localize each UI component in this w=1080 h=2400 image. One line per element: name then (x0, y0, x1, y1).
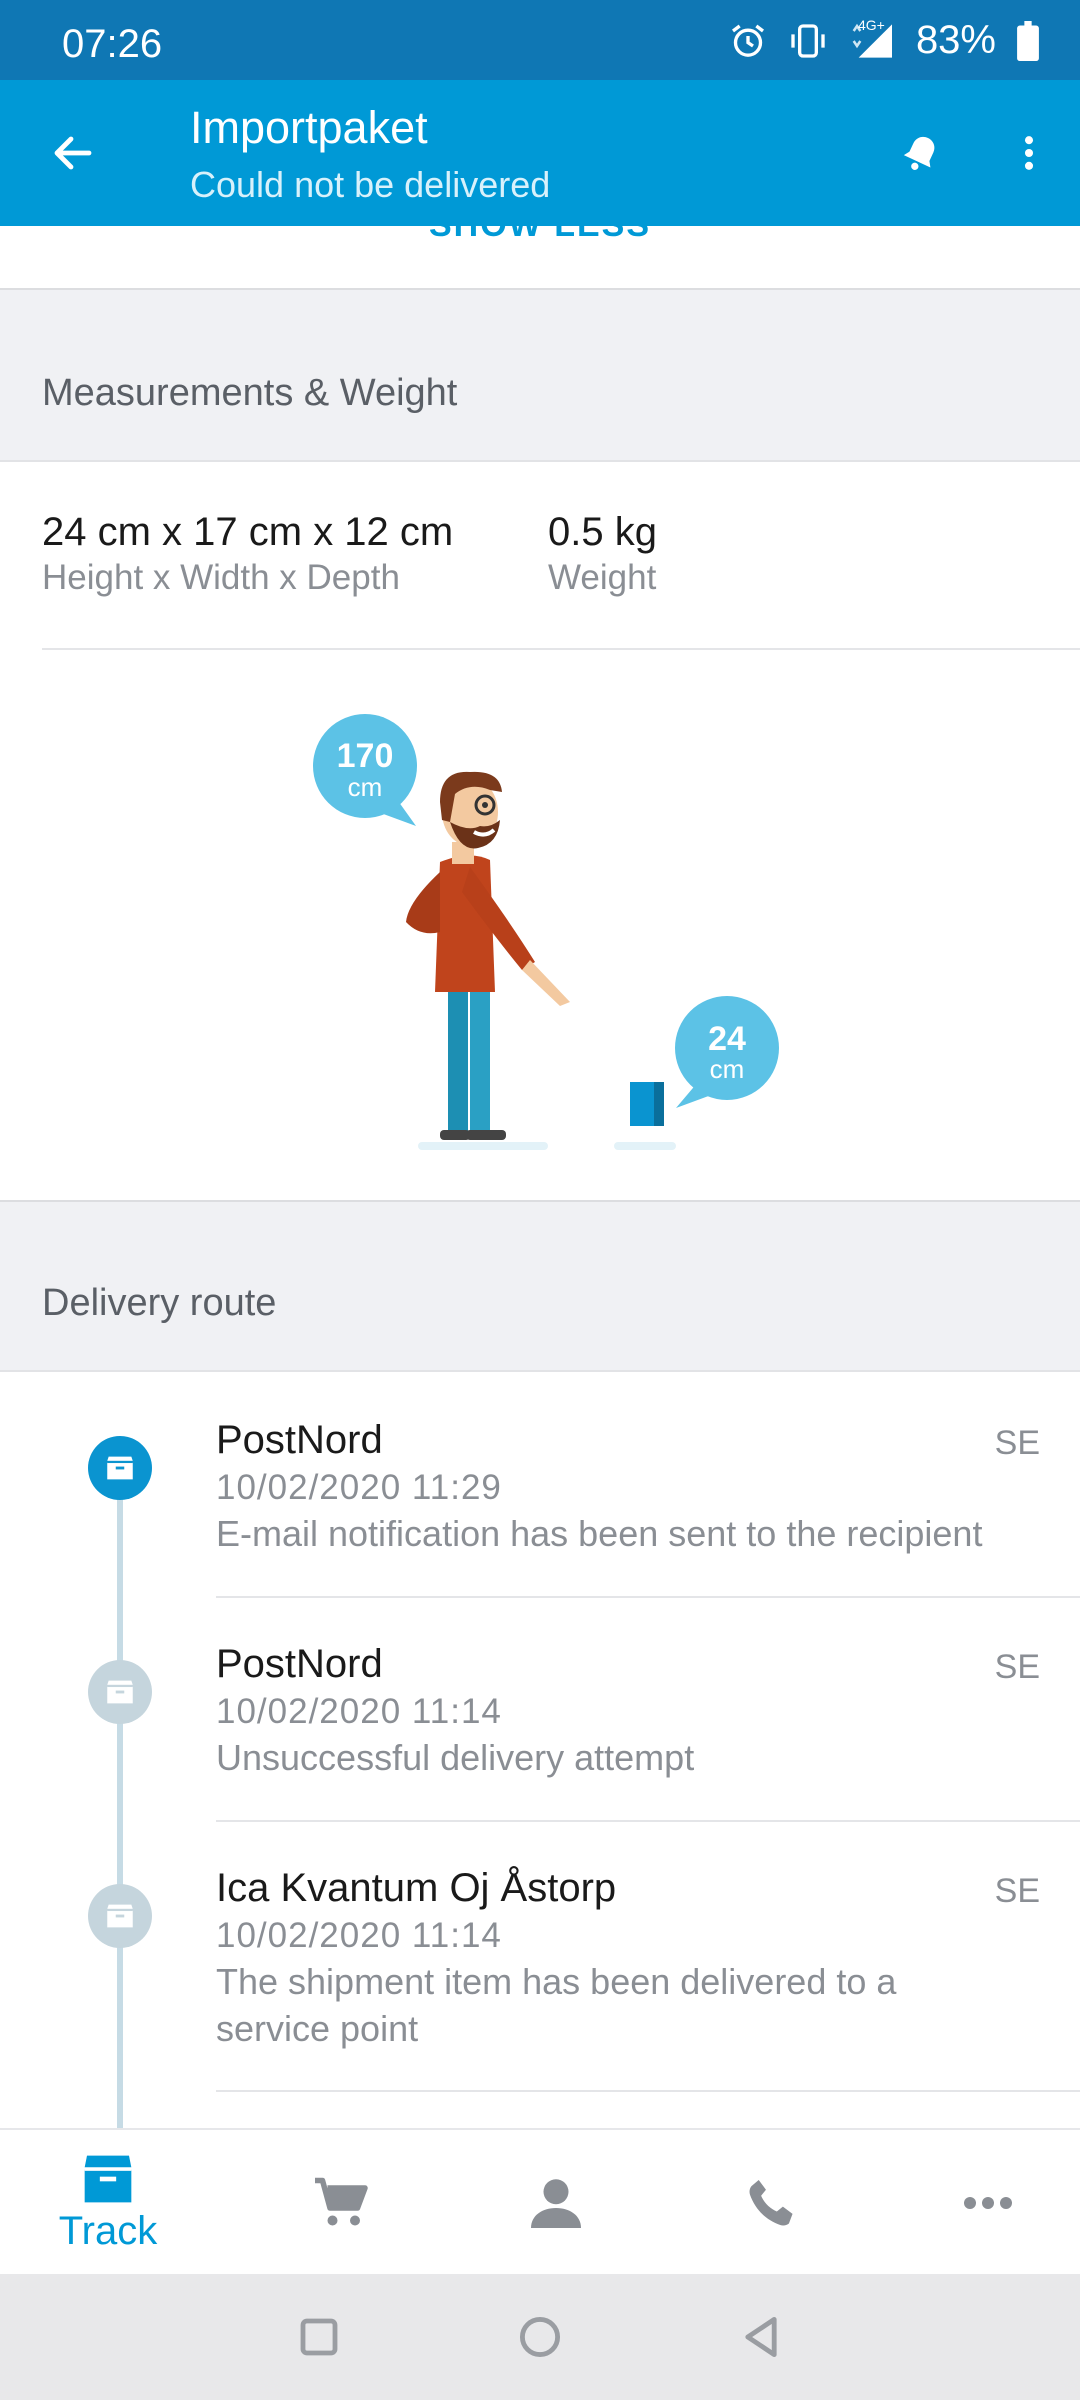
dimensions-value: 24 cm x 17 cm x 12 cm (42, 510, 454, 554)
nav-contact[interactable] (664, 2130, 880, 2276)
more-horizontal-icon (964, 2197, 1012, 2209)
square-icon (300, 2318, 338, 2356)
nav-shop[interactable] (232, 2130, 448, 2276)
route-event-date: 10/02/2020 11:29 (216, 1468, 502, 1507)
overflow-menu-button[interactable] (994, 118, 1064, 188)
more-vertical-icon (1024, 136, 1034, 170)
route-event-country: SE (994, 1872, 1040, 1910)
battery-icon (1016, 20, 1040, 61)
nav-track[interactable]: Track (0, 2130, 216, 2276)
recent-apps-button[interactable] (286, 2304, 352, 2370)
person-height-value: 170 (337, 737, 394, 775)
measurements-header: Measurements & Weight (42, 372, 458, 414)
status-time: 07:26 (62, 22, 163, 66)
delivery-route-card: PostNord SE 10/02/2020 11:29 E-mail noti… (0, 1372, 1080, 2128)
person-height-unit: cm (348, 772, 383, 802)
details-card-bottom: SHOW LESS (0, 226, 1080, 290)
package-height-bubble: 24 cm (675, 996, 779, 1108)
nav-profile[interactable] (448, 2130, 664, 2276)
weight-value: 0.5 kg (548, 510, 657, 554)
nav-more[interactable] (880, 2130, 1080, 2276)
person-figure (406, 771, 570, 1140)
status-icons: 4G+ 83% (728, 17, 1040, 63)
page-subtitle: Could not be delivered (190, 164, 551, 205)
page-title: Importpaket (190, 102, 428, 153)
package-icon (107, 1904, 133, 1928)
size-comparison-illustration: 170 cm 24 cm (313, 714, 779, 1150)
notification-button[interactable] (886, 118, 956, 188)
route-event-description: Unsuccessful delivery attempt (216, 1737, 695, 1778)
divider (216, 2090, 1080, 2092)
nav-track-label: Track (58, 2208, 158, 2253)
back-button[interactable] (38, 118, 108, 188)
route-event-description: E-mail notification has been sent to the… (216, 1513, 983, 1554)
route-event-date: 10/02/2020 11:14 (216, 1916, 502, 1955)
package-height-value: 24 (708, 1020, 746, 1058)
delivery-route-section-header: Delivery route (0, 1202, 1080, 1372)
route-event-country: SE (994, 1424, 1040, 1462)
show-less-button[interactable]: SHOW LESS (0, 226, 1080, 245)
measurements-section-header: Measurements & Weight (0, 292, 1080, 462)
status-bar: 07:26 4G+ 83% (0, 0, 1080, 80)
divider (42, 648, 1080, 650)
vibrate-icon (788, 21, 828, 61)
cart-icon (315, 2177, 368, 2226)
route-event-country: SE (994, 1648, 1040, 1686)
person-icon (531, 2179, 581, 2228)
divider (216, 1596, 1080, 1598)
route-event-carrier: PostNord (216, 1642, 383, 1686)
package-height-unit: cm (710, 1054, 745, 1084)
route-event-carrier: PostNord (216, 1418, 383, 1462)
alarm-icon (728, 21, 768, 61)
weight-label: Weight (548, 558, 657, 597)
package-icon (84, 2155, 132, 2202)
bottom-navigation: Track (0, 2128, 1080, 2274)
delivery-route-header: Delivery route (42, 1282, 277, 1324)
package-figure (630, 1082, 664, 1126)
person-height-bubble: 170 cm (313, 714, 417, 826)
back-system-button[interactable] (728, 2304, 794, 2370)
package-icon (107, 1456, 133, 1480)
route-event-marker (88, 1436, 152, 1500)
route-event-description: The shipment item has been delivered to … (216, 1961, 897, 2049)
divider (216, 1820, 1080, 1822)
home-button[interactable] (507, 2304, 573, 2370)
triangle-back-icon (745, 2316, 777, 2358)
battery-percent: 83% (915, 18, 996, 62)
circle-icon (519, 2316, 561, 2358)
app-bar: Importpaket Could not be delivered (0, 80, 1080, 226)
system-navigation-bar (0, 2274, 1080, 2400)
dimensions-label: Height x Width x Depth (42, 558, 400, 597)
timeline-line (117, 1452, 123, 2128)
measurements-card: 24 cm x 17 cm x 12 cm Height x Width x D… (0, 462, 1080, 1202)
arrow-left-icon (54, 136, 92, 170)
route-event-marker (88, 1884, 152, 1948)
bell-icon (903, 136, 935, 170)
route-event-marker (88, 1660, 152, 1724)
route-event-carrier: Ica Kvantum Oj Åstorp (216, 1866, 617, 1910)
signal-icon: 4G+ (848, 17, 896, 61)
route-event-date: 10/02/2020 11:14 (216, 1692, 502, 1731)
network-type: 4G+ (857, 16, 885, 33)
phone-icon (749, 2180, 793, 2226)
package-icon (107, 1680, 133, 1704)
